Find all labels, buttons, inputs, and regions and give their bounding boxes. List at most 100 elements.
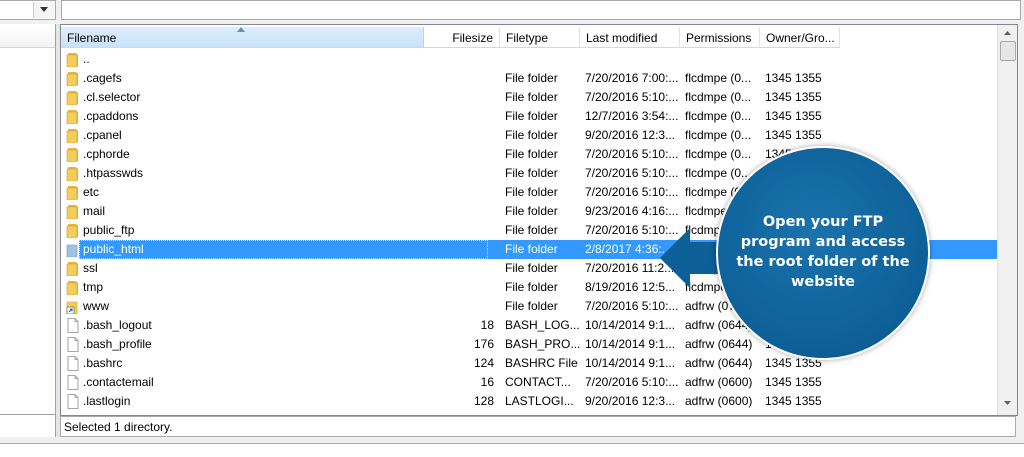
file-row[interactable]: .cl.selector File folder 7/20/2016 5:10:..… bbox=[61, 88, 1001, 107]
file-size-cell bbox=[431, 145, 494, 164]
file-size-cell bbox=[431, 240, 494, 259]
file-size-cell bbox=[431, 50, 494, 69]
file-row[interactable]: .cpaddons File folder 12/7/2016 3:54:... fl… bbox=[61, 107, 1001, 126]
file-size-cell bbox=[431, 164, 494, 183]
file-size-cell: 16 bbox=[480, 375, 494, 389]
file-perm-cell: adfrw (0600) bbox=[685, 394, 753, 408]
file-perm-cell: adfrw (0600) bbox=[685, 375, 753, 389]
local-path-dropdown-button[interactable] bbox=[33, 2, 54, 18]
file-name-cell: .htpasswds bbox=[83, 166, 144, 180]
column-header-label: Last modified bbox=[586, 31, 658, 45]
file-name-cell: www bbox=[83, 299, 109, 313]
scrollbar-thumb[interactable] bbox=[1000, 41, 1016, 61]
file-size-cell: 18 bbox=[480, 318, 494, 332]
file-type-cell: File folder bbox=[505, 261, 558, 275]
folder-icon bbox=[66, 223, 80, 239]
file-type-cell: File folder bbox=[505, 90, 558, 104]
file-modified-cell: 7/20/2016 7:00:... bbox=[585, 71, 679, 85]
file-perm-cell: flcdmpe (0... bbox=[685, 90, 752, 104]
file-name-cell: .. bbox=[83, 52, 90, 66]
remote-status-bar: Selected 1 directory. bbox=[60, 416, 1016, 437]
file-name-cell: public_ftp bbox=[83, 223, 135, 237]
column-header-last-modified[interactable]: Last modified bbox=[580, 27, 680, 48]
file-type-cell: BASH_LOG... bbox=[505, 318, 580, 332]
file-owner-cell: 1345 1355 bbox=[765, 109, 822, 123]
scroll-up-icon[interactable] bbox=[1004, 31, 1011, 35]
file-type-cell: File folder bbox=[505, 166, 558, 180]
folder-icon bbox=[66, 71, 80, 87]
file-type-cell: File folder bbox=[505, 223, 558, 237]
file-size-cell bbox=[431, 126, 494, 145]
file-row[interactable]: .contactemail 16 CONTACT... 7/20/2016 5:10:… bbox=[61, 373, 1001, 392]
file-type-cell: CONTACT... bbox=[505, 375, 571, 389]
callout-text: Open your FTP program and access the roo… bbox=[736, 214, 910, 290]
file-size-cell: 128 bbox=[473, 394, 494, 408]
file-type-cell bbox=[505, 50, 581, 69]
file-modified-cell: 12/7/2016 3:54:... bbox=[585, 109, 679, 123]
file-size-cell: 176 bbox=[473, 337, 494, 351]
file-modified-cell: 9/20/2016 12:3... bbox=[585, 128, 676, 142]
file-icon bbox=[66, 375, 80, 390]
file-modified-cell: 9/23/2016 4:16:... bbox=[585, 204, 679, 218]
column-header-filename[interactable]: Filename bbox=[61, 27, 424, 48]
status-text: Selected 1 directory. bbox=[64, 420, 173, 434]
local-list-header bbox=[0, 27, 55, 48]
column-header-label: Filetype bbox=[506, 31, 549, 45]
column-header-label: Filename bbox=[67, 31, 117, 45]
file-modified-cell: 10/14/2014 9:1... bbox=[585, 356, 676, 370]
queue-panel-edge bbox=[0, 443, 1024, 457]
file-modified-cell: 7/20/2016 5:10:... bbox=[585, 90, 679, 104]
folder-icon bbox=[66, 280, 80, 296]
local-status-bar bbox=[0, 414, 55, 437]
column-header-row: Filename Filesize Filetype Last modified… bbox=[61, 27, 1001, 48]
file-row[interactable]: .. bbox=[61, 50, 1001, 69]
file-name-cell: .cl.selector bbox=[83, 90, 141, 104]
file-modified-cell: 7/20/2016 5:10:... bbox=[585, 299, 679, 313]
file-row[interactable]: .lastlogin 128 LASTLOGI... 9/20/2016 12:3..… bbox=[61, 392, 1001, 411]
chevron-down-icon bbox=[40, 7, 48, 12]
file-icon bbox=[66, 356, 80, 371]
file-icon bbox=[66, 394, 80, 409]
file-type-cell: File folder bbox=[505, 299, 558, 313]
column-header-label: Owner/Gro... bbox=[766, 31, 835, 45]
file-modified-cell: 7/20/2016 5:10:... bbox=[585, 223, 679, 237]
file-owner-cell: 1345 1355 bbox=[765, 375, 822, 389]
column-header-filetype[interactable]: Filetype bbox=[500, 27, 580, 48]
file-size-cell: 124 bbox=[473, 356, 494, 370]
file-row[interactable]: .cpanel File folder 9/20/2016 12:3... flcdm… bbox=[61, 126, 1001, 145]
column-header-owner-group[interactable]: Owner/Gro... bbox=[760, 27, 840, 48]
file-owner-cell bbox=[765, 50, 841, 69]
file-name-cell: mail bbox=[83, 204, 106, 218]
file-row[interactable]: .bashrc 124 BASHRC File 10/14/2014 9:1... ad… bbox=[61, 354, 1001, 373]
local-file-panel bbox=[0, 24, 56, 437]
sort-ascending-icon bbox=[237, 27, 245, 32]
file-type-cell: LASTLOGI... bbox=[505, 394, 574, 408]
file-size-cell bbox=[431, 221, 494, 240]
file-icon bbox=[66, 318, 80, 333]
local-path-combobox[interactable] bbox=[0, 0, 56, 20]
file-owner-cell: 1345 1355 bbox=[765, 128, 822, 142]
file-modified-cell: 10/14/2014 9:1... bbox=[585, 337, 676, 351]
path-toolbar bbox=[0, 0, 1024, 24]
file-name-cell: .lastlogin bbox=[83, 394, 131, 408]
file-type-cell: File folder bbox=[505, 280, 558, 294]
file-name-cell: .cphorde bbox=[83, 147, 130, 161]
file-modified-cell: 10/14/2014 9:1... bbox=[585, 318, 676, 332]
file-size-cell bbox=[431, 278, 494, 297]
column-header-filesize[interactable]: Filesize bbox=[424, 27, 500, 48]
vertical-scrollbar[interactable] bbox=[997, 25, 1017, 415]
file-modified-cell: 7/20/2016 5:10:... bbox=[585, 375, 679, 389]
file-row[interactable]: .cagefs File folder 7/20/2016 7:00:... flcd… bbox=[61, 69, 1001, 88]
remote-path-input[interactable] bbox=[61, 0, 1021, 20]
scroll-down-icon[interactable] bbox=[1004, 401, 1011, 405]
column-header-permissions[interactable]: Permissions bbox=[680, 27, 760, 48]
folder-icon bbox=[66, 109, 80, 125]
file-size-cell bbox=[431, 107, 494, 126]
instruction-callout: Open your FTP program and access the roo… bbox=[716, 146, 930, 360]
file-type-cell: File folder bbox=[505, 147, 558, 161]
file-owner-cell: 1345 1355 bbox=[765, 394, 822, 408]
file-perm-cell: flcdmpe (0... bbox=[685, 147, 752, 161]
folder-icon bbox=[66, 52, 80, 68]
file-name-cell: .cagefs bbox=[83, 71, 122, 85]
file-name-cell: .bashrc bbox=[83, 356, 123, 370]
